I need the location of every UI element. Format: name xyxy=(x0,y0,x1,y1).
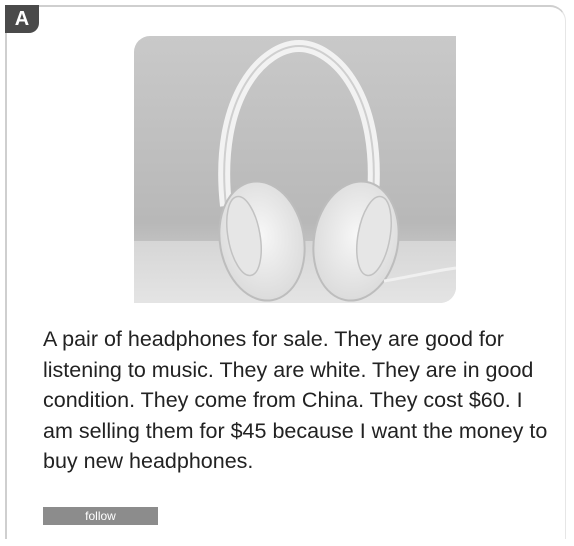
section-badge: A xyxy=(5,5,39,33)
headphones-photo xyxy=(134,36,456,303)
ad-description: A pair of headphones for sale. They are … xyxy=(43,327,548,473)
follow-button[interactable]: follow xyxy=(43,507,158,525)
